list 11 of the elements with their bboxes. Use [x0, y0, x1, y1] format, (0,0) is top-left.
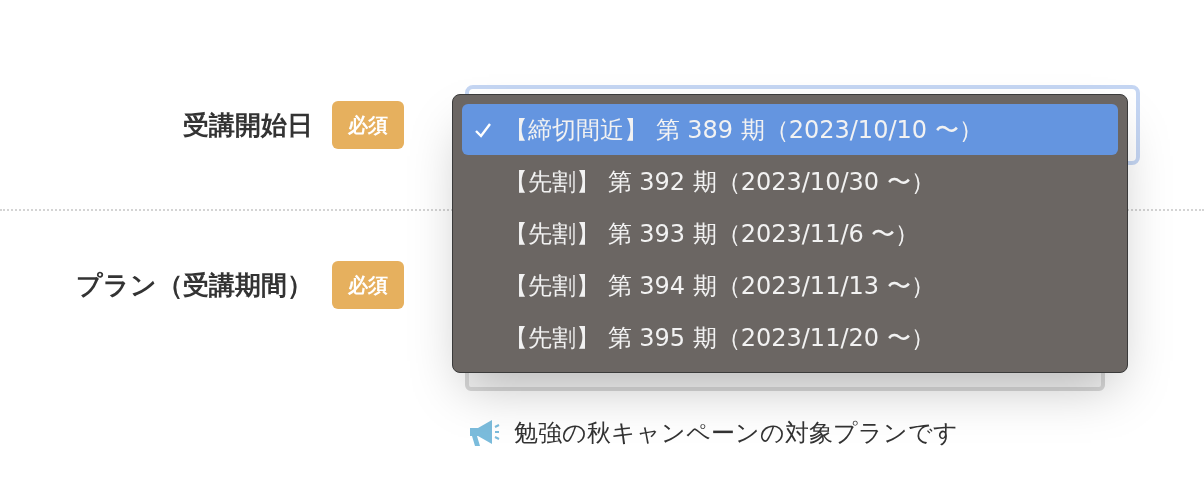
campaign-note: 勉強の秋キャンペーンの対象プランです	[514, 418, 958, 449]
dropdown-option[interactable]: 【先割】 第 394 期（2023/11/13 〜）	[462, 260, 1118, 311]
field-label: プラン（受講期間）	[76, 268, 313, 302]
dropdown-option[interactable]: 【先割】 第 392 期（2023/10/30 〜）	[462, 156, 1118, 207]
required-badge: 必須	[332, 261, 404, 309]
megaphone-icon	[468, 419, 500, 447]
dropdown-option[interactable]: 【先割】 第 393 期（2023/11/6 〜）	[462, 208, 1118, 259]
field-label: 受講開始日	[183, 108, 313, 142]
required-badge: 必須	[332, 101, 404, 149]
dropdown-option[interactable]: 【先割】 第 395 期（2023/11/20 〜）	[462, 312, 1118, 363]
dropdown-option[interactable]: 【締切間近】 第 389 期（2023/10/10 〜）	[462, 104, 1118, 155]
